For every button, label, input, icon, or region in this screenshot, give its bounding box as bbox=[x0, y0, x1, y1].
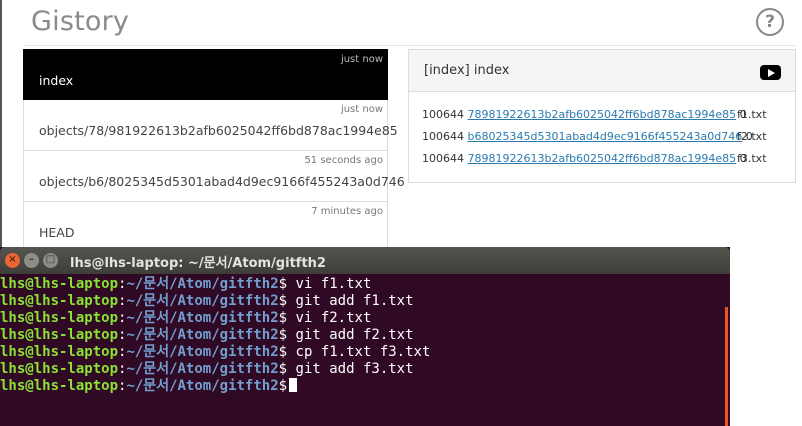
terminal-line: lhs@lhs-laptop:~/문서/Atom/gitfth2$ git ad… bbox=[0, 361, 725, 378]
app-title: Gistory bbox=[31, 6, 130, 37]
index-entry: 100644 78981922613b2afb6025042ff6bd878ac… bbox=[422, 108, 767, 121]
terminal-command: git add f3.txt bbox=[295, 361, 414, 377]
entry-filename: f3.txt bbox=[737, 152, 767, 165]
terminal-line: lhs@lhs-laptop:~/문서/Atom/gitfth2$ vi f1.… bbox=[0, 276, 725, 293]
history-item-time: 51 seconds ago bbox=[304, 155, 383, 166]
terminal-line: lhs@lhs-laptop:~/문서/Atom/gitfth2$ git ad… bbox=[0, 327, 725, 344]
history-item-label: HEAD bbox=[39, 225, 75, 240]
prompt-user: lhs@lhs-laptop bbox=[0, 378, 119, 394]
entry-filename: f2.txt bbox=[737, 130, 767, 143]
entry-hash-link[interactable]: 78981922613b2afb6025042ff6bd878ac1994e85 bbox=[468, 152, 737, 165]
history-item-head[interactable]: 7 minutes ago HEAD bbox=[23, 202, 388, 253]
entry-mode: 100644 bbox=[422, 152, 464, 165]
entry-mode: 100644 bbox=[422, 130, 464, 143]
prompt-user: lhs@lhs-laptop bbox=[0, 327, 119, 343]
terminal-titlebar[interactable]: × – □ lhs@lhs-laptop: ~/문서/Atom/gitfth2 bbox=[0, 247, 730, 274]
history-item-time: just now bbox=[340, 54, 383, 65]
detail-panel: [index] index 100644 78981922613b2afb602… bbox=[408, 49, 796, 183]
title-divider bbox=[23, 45, 796, 46]
maximize-icon[interactable]: □ bbox=[43, 253, 58, 268]
prompt-path: ~/문서/Atom/gitfth2 bbox=[126, 310, 279, 326]
prompt-user: lhs@lhs-laptop bbox=[0, 310, 119, 326]
terminal-command: vi f1.txt bbox=[295, 276, 372, 292]
index-entry: 100644 78981922613b2afb6025042ff6bd878ac… bbox=[422, 152, 767, 165]
history-item-label: objects/b6/8025345d5301abad4d9ec9166f455… bbox=[39, 174, 405, 189]
close-icon[interactable]: × bbox=[5, 253, 20, 268]
prompt-path: ~/문서/Atom/gitfth2 bbox=[126, 344, 279, 360]
terminal-line: lhs@lhs-laptop:~/문서/Atom/gitfth2$ vi f2.… bbox=[0, 310, 725, 327]
entry-mode: 100644 bbox=[422, 108, 464, 121]
detail-title: [index] index bbox=[424, 63, 510, 78]
terminal-line: lhs@lhs-laptop:~/문서/Atom/gitfth2$ cp f1.… bbox=[0, 344, 725, 361]
prompt-user: lhs@lhs-laptop bbox=[0, 293, 119, 309]
terminal-line-current[interactable]: lhs@lhs-laptop:~/문서/Atom/gitfth2$ bbox=[0, 378, 725, 395]
terminal-cursor bbox=[289, 378, 298, 392]
detail-header: [index] index bbox=[409, 50, 795, 92]
prompt-dollar: $ bbox=[278, 293, 288, 309]
prompt-path: ~/문서/Atom/gitfth2 bbox=[126, 378, 279, 394]
terminal-output[interactable]: lhs@lhs-laptop:~/문서/Atom/gitfth2$ vi f1.… bbox=[0, 276, 725, 395]
minimize-icon[interactable]: – bbox=[24, 253, 39, 268]
prompt-dollar: $ bbox=[278, 361, 288, 377]
history-item-label: objects/78/981922613b2afb6025042ff6bd878… bbox=[39, 123, 398, 138]
history-item-index[interactable]: just now index bbox=[23, 49, 388, 100]
history-item-label: index bbox=[39, 73, 74, 88]
history-item-time: just now bbox=[340, 104, 383, 115]
prompt-path: ~/문서/Atom/gitfth2 bbox=[126, 276, 279, 292]
terminal-command: git add f1.txt bbox=[295, 293, 414, 309]
history-item-time: 7 minutes ago bbox=[311, 206, 383, 217]
terminal-line: lhs@lhs-laptop:~/문서/Atom/gitfth2$ git ad… bbox=[0, 293, 725, 310]
prompt-user: lhs@lhs-laptop bbox=[0, 361, 119, 377]
terminal-title: lhs@lhs-laptop: ~/문서/Atom/gitfth2 bbox=[70, 256, 326, 271]
prompt-dollar: $ bbox=[278, 327, 288, 343]
help-icon[interactable]: ? bbox=[756, 8, 784, 36]
entry-hash-link[interactable]: b68025345d5301abad4d9ec9166f455243a0d746 bbox=[468, 130, 743, 143]
play-icon[interactable] bbox=[760, 65, 781, 80]
history-item-object-b6[interactable]: 51 seconds ago objects/b6/8025345d5301ab… bbox=[23, 151, 405, 202]
entry-hash-link[interactable]: 78981922613b2afb6025042ff6bd878ac1994e85 bbox=[468, 108, 737, 121]
prompt-user: lhs@lhs-laptop bbox=[0, 276, 119, 292]
terminal-command: git add f2.txt bbox=[295, 327, 414, 343]
prompt-dollar: $ bbox=[278, 344, 288, 360]
terminal-command: cp f1.txt f3.txt bbox=[295, 344, 431, 360]
terminal-command: vi f2.txt bbox=[295, 310, 372, 326]
prompt-dollar: $ bbox=[278, 310, 288, 326]
history-item-object-78[interactable]: just now objects/78/981922613b2afb602504… bbox=[23, 100, 398, 151]
prompt-path: ~/문서/Atom/gitfth2 bbox=[126, 327, 279, 343]
terminal-window[interactable]: × – □ lhs@lhs-laptop: ~/문서/Atom/gitfth2 … bbox=[0, 247, 730, 426]
prompt-dollar: $ bbox=[278, 276, 288, 292]
prompt-path: ~/문서/Atom/gitfth2 bbox=[126, 361, 279, 377]
prompt-user: lhs@lhs-laptop bbox=[0, 344, 119, 360]
prompt-dollar: $ bbox=[278, 378, 288, 394]
entry-filename: f1.txt bbox=[737, 108, 767, 121]
prompt-path: ~/문서/Atom/gitfth2 bbox=[126, 293, 279, 309]
history-list: just now index just now objects/78/98192… bbox=[23, 49, 405, 253]
index-entry: 100644 b68025345d5301abad4d9ec9166f45524… bbox=[422, 130, 767, 143]
terminal-scrollbar[interactable] bbox=[725, 307, 728, 426]
